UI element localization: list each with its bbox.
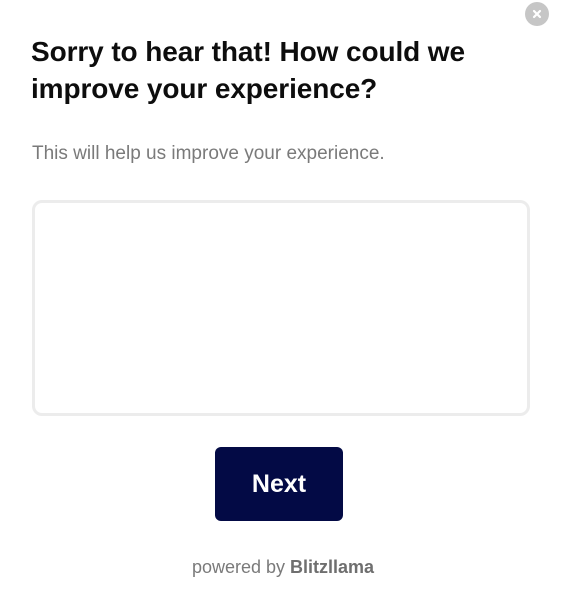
next-button[interactable]: Next: [215, 447, 343, 521]
survey-subtitle: This will help us improve your experienc…: [32, 143, 385, 164]
powered-by-footer: powered by Blitzllama: [0, 556, 566, 578]
feedback-survey: Sorry to hear that! How could we improve…: [0, 0, 566, 590]
survey-question: Sorry to hear that! How could we improve…: [31, 36, 465, 104]
brand-name: Blitzllama: [290, 557, 375, 577]
close-icon: [532, 9, 542, 19]
powered-by-label: powered by: [191, 557, 285, 577]
feedback-textarea[interactable]: [32, 200, 530, 416]
close-button[interactable]: [525, 2, 549, 26]
